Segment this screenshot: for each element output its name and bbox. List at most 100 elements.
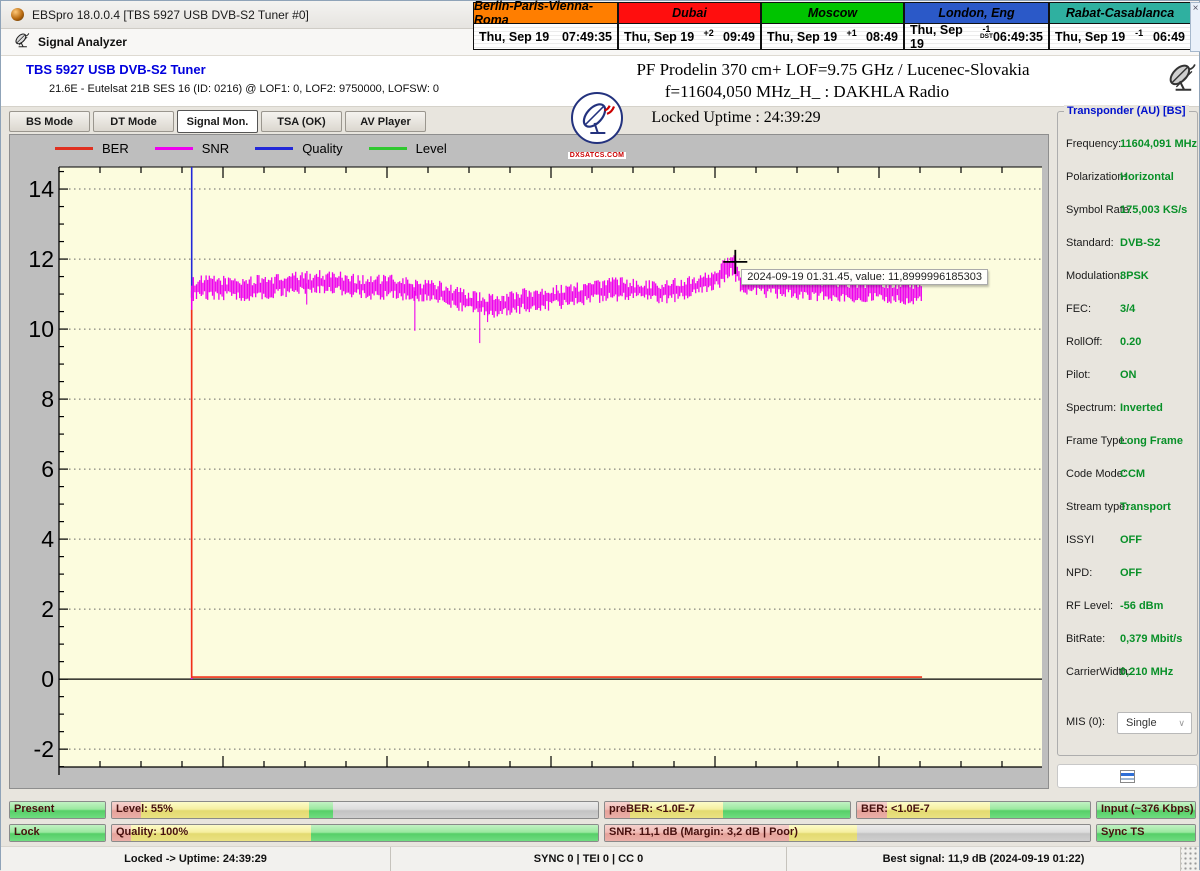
close-icon: × bbox=[1193, 3, 1199, 14]
transponder-value-standard: DVB-S2 bbox=[1120, 237, 1160, 249]
satellite-dish-icon-right bbox=[1165, 60, 1199, 99]
signal-bar-sync-ts: Sync TS bbox=[1096, 824, 1196, 842]
signal-bar-lock: Lock bbox=[9, 824, 106, 842]
bar-label: Lock bbox=[14, 826, 40, 838]
transponder-label-standard: Standard: bbox=[1066, 237, 1114, 249]
svg-text:10: 10 bbox=[28, 316, 54, 342]
transponder-value-polarization: Horizontal bbox=[1120, 171, 1174, 183]
clock-time-value: 08:49 bbox=[866, 30, 898, 44]
chart-plot[interactable]: -202468101214 bbox=[10, 135, 1048, 788]
bar-label: Present bbox=[14, 803, 54, 815]
dxsatcs-logo-text: DXSATCS.COM bbox=[568, 152, 627, 159]
clock-time-value: 06:49 bbox=[1153, 30, 1185, 44]
signal-bar-present: Present bbox=[9, 801, 106, 819]
clock-london-eng: London, EngThu, Sep 19-1DST06:49:35 bbox=[904, 2, 1049, 50]
transponder-value-rolloff: 0.20 bbox=[1120, 336, 1141, 348]
transponder-value-bitrate: 0,379 Mbit/s bbox=[1120, 633, 1182, 645]
frequency-info: f=11604,050 MHz_H_ : DAKHLA Radio bbox=[665, 82, 949, 102]
status-bar: Locked -> Uptime: 24:39:29 SYNC 0 | TEI … bbox=[1, 846, 1199, 871]
transponder-value-spectrum: Inverted bbox=[1120, 402, 1163, 414]
transponder-value-frame-type: Long Frame bbox=[1120, 435, 1183, 447]
clock-rabat-casablanca: Rabat-CasablancaThu, Sep 19-106:49 bbox=[1049, 2, 1191, 50]
transponder-label-npd: NPD: bbox=[1066, 567, 1092, 579]
toolbar-title: Signal Analyzer bbox=[38, 35, 127, 49]
transponder-panel: Transponder (AU) [BS] Frequency:11604,09… bbox=[1057, 111, 1198, 756]
signal-bar-preber: preBER: <1.0E-7 bbox=[604, 801, 851, 819]
statusbar-lock-uptime: Locked -> Uptime: 24:39:29 bbox=[1, 847, 391, 871]
chart-tooltip: 2024-09-19 01.31.45, value: 11,899999618… bbox=[741, 269, 988, 285]
dxsatcs-logo-icon bbox=[571, 92, 623, 144]
bar-segment-green bbox=[990, 802, 1090, 818]
transponder-label-polarization: Polarization: bbox=[1066, 171, 1127, 183]
clock-city-label: Rabat-Casablanca bbox=[1049, 2, 1191, 24]
transponder-value-frequency: 11604,091 MHz bbox=[1120, 138, 1197, 150]
clock-utc-offset: -1DST bbox=[980, 25, 993, 41]
clock-time-row: Thu, Sep 19-106:49 bbox=[1049, 24, 1191, 50]
resize-grip[interactable] bbox=[1181, 847, 1199, 871]
bar-segment-green bbox=[723, 802, 850, 818]
clock-offset-value: +1 bbox=[846, 29, 856, 38]
svg-text:14: 14 bbox=[28, 176, 54, 202]
transponder-label-spectrum: Spectrum: bbox=[1066, 402, 1116, 414]
locked-uptime: Locked Uptime : 24:39:29 bbox=[651, 109, 820, 127]
clock-time-row: Thu, Sep 19+209:49 bbox=[618, 24, 761, 50]
bar-label: preBER: <1.0E-7 bbox=[609, 803, 695, 815]
svg-text:4: 4 bbox=[41, 526, 54, 552]
mis-label: MIS (0): bbox=[1066, 716, 1105, 728]
tab-tsa-ok[interactable]: TSA (OK) bbox=[261, 111, 342, 132]
app-icon bbox=[11, 8, 24, 21]
clock-city-label: Moscow bbox=[761, 2, 904, 24]
transponder-label-code-mode: Code Mode: bbox=[1066, 468, 1126, 480]
mis-selected-value: Single bbox=[1126, 717, 1157, 729]
transponder-value-fec: 3/4 bbox=[1120, 303, 1135, 315]
clock-utc-offset: +1 bbox=[846, 29, 856, 38]
clock-date: Thu, Sep 19 bbox=[767, 30, 837, 44]
dxsatcs-logo: DXSATCS.COM bbox=[567, 92, 627, 162]
clock-utc-offset: +2 bbox=[703, 29, 713, 38]
signal-bar-snr: SNR: 11,1 dB (Margin: 3,2 dB | Poor) bbox=[604, 824, 1091, 842]
world-clocks: Berlin-Paris-Vienna-RomaThu, Sep 1907:49… bbox=[473, 2, 1191, 50]
tab-av-player[interactable]: AV Player bbox=[345, 111, 426, 132]
bar-label: Level: 55% bbox=[116, 803, 173, 815]
bar-segment-gray bbox=[857, 825, 1090, 841]
tab-signal-mon[interactable]: Signal Mon. bbox=[177, 110, 258, 133]
transponder-value-issyi: OFF bbox=[1120, 534, 1142, 546]
clock-time-row: Thu, Sep 19 +1 08:49 bbox=[761, 24, 904, 50]
transponder-value-stream-type: Transport bbox=[1120, 501, 1171, 513]
bar-label: SNR: 11,1 dB (Margin: 3,2 dB | Poor) bbox=[609, 826, 798, 838]
transponder-panel-title: Transponder (AU) [BS] bbox=[1064, 105, 1189, 117]
svg-text:2: 2 bbox=[41, 596, 54, 622]
tab-bs-mode[interactable]: BS Mode bbox=[9, 111, 90, 132]
tab-dt-mode[interactable]: DT Mode bbox=[93, 111, 174, 132]
clock-moscow: Moscow Thu, Sep 19 +1 08:49 bbox=[761, 2, 904, 50]
clock-city-label: Berlin-Paris-Vienna-Roma bbox=[473, 2, 618, 24]
mis-select[interactable]: Single ∨ bbox=[1117, 712, 1192, 734]
transponder-value-code-mode: CCM bbox=[1120, 468, 1145, 480]
bar-segment-gray bbox=[333, 802, 598, 818]
chevron-down-icon: ∨ bbox=[1178, 718, 1185, 729]
clock-offset-value: +2 bbox=[703, 29, 713, 38]
clock-dubai: DubaiThu, Sep 19+209:49 bbox=[618, 2, 761, 50]
transponder-value-npd: OFF bbox=[1120, 567, 1142, 579]
svg-text:0: 0 bbox=[41, 666, 54, 692]
statusbar-best-signal: Best signal: 11,9 dB (2024-09-19 01:22) bbox=[787, 847, 1181, 871]
bar-segment-green bbox=[311, 825, 598, 841]
clock-date: Thu, Sep 19 bbox=[624, 30, 694, 44]
clock-time-value: 06:49:35 bbox=[993, 30, 1043, 44]
device-name: TBS 5927 USB DVB-S2 Tuner bbox=[26, 62, 206, 77]
transponder-value-modulation: 8PSK bbox=[1120, 270, 1149, 282]
stack-icon bbox=[1120, 770, 1135, 783]
clocks-close-button[interactable]: × bbox=[1190, 2, 1200, 52]
panel-action-button[interactable] bbox=[1057, 764, 1198, 788]
transponder-label-rf-level: RF Level: bbox=[1066, 600, 1113, 612]
clock-date: Thu, Sep 19 bbox=[1055, 30, 1125, 44]
bar-label: Sync TS bbox=[1101, 826, 1144, 838]
bar-label: Quality: 100% bbox=[116, 826, 188, 838]
transponder-value-symbol-rate: 175,003 KS/s bbox=[1120, 204, 1187, 216]
transponder-label-pilot: Pilot: bbox=[1066, 369, 1090, 381]
bar-label: BER: <1.0E-7 bbox=[861, 803, 930, 815]
signal-bar-input-376-kbps: Input (~376 Kbps) bbox=[1096, 801, 1196, 819]
clock-city-label: London, Eng bbox=[904, 2, 1049, 24]
signal-chart[interactable]: BERSNRQualityLevel 2024-09-19 01.31.45, … bbox=[9, 134, 1049, 789]
transponder-label-rolloff: RollOff: bbox=[1066, 336, 1102, 348]
